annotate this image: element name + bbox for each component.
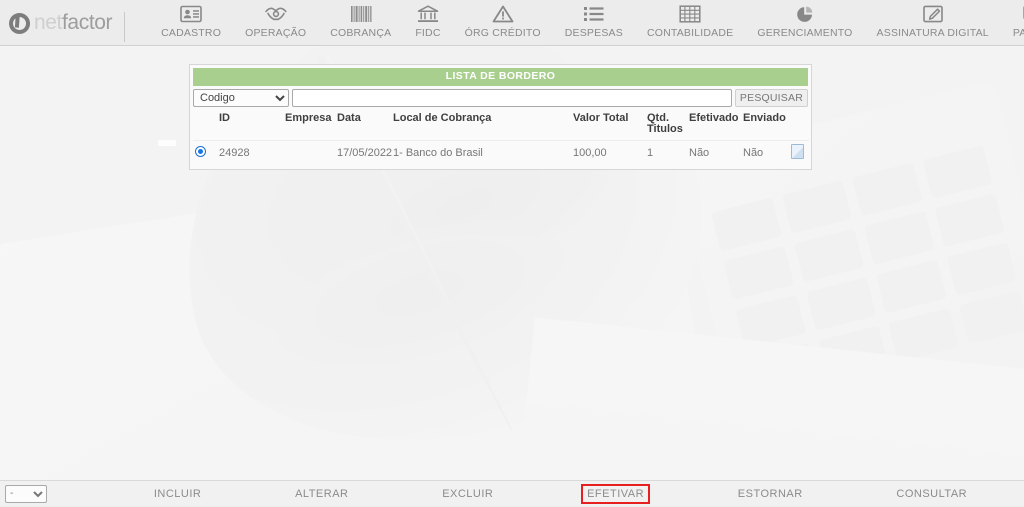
nav-label-fidc: FIDC — [415, 27, 441, 39]
nav-item-gerenciamento[interactable]: GERENCIAMENTO — [745, 0, 864, 46]
bottom-action-bar: - INCLUIR ALTERAR EXCLUIR EFETIVAR ESTOR… — [0, 480, 1024, 506]
row-select-cell — [193, 139, 217, 166]
netfactor-o-mark-icon — [6, 9, 33, 37]
background-calculator-keys — [711, 144, 1024, 398]
page-size-select[interactable]: - — [5, 484, 47, 503]
nav-items-container: CADASTRO OPERAÇÃO COBRANÇA FIDC ÓRG CRÉD… — [135, 0, 1024, 46]
search-input[interactable] — [292, 88, 732, 107]
col-header-data: Data — [337, 111, 361, 124]
bordero-table: ID Empresa Data Local de Cobrança Valor … — [193, 110, 809, 166]
nav-item-cadastro[interactable]: CADASTRO — [149, 0, 233, 46]
efetivar-button[interactable]: EFETIVAR — [581, 483, 651, 504]
nav-label-paineis: PAINEIS — [1012, 27, 1024, 39]
list-icon — [583, 3, 605, 25]
bank-icon — [417, 3, 439, 25]
bordero-list-panel: LISTA DE BORDERO Codigo PESQUISAR ID Emp… — [189, 64, 812, 170]
nav-item-assinatura-digital[interactable]: ASSINATURA DIGITAL — [865, 0, 1001, 46]
cell-local-cobranca: 1- Banco do Brasil — [391, 139, 571, 166]
nav-item-paineis[interactable]: PAINEIS — [1001, 0, 1024, 46]
cell-id: 24928 — [217, 139, 283, 166]
col-header-doc — [789, 110, 809, 141]
col-header-local-cobranca: Local de Cobrança — [393, 111, 492, 124]
excluir-button[interactable]: EXCLUIR — [438, 486, 497, 502]
cell-enviado: Não — [741, 139, 789, 166]
col-header-empresa: Empresa — [285, 111, 332, 124]
alterar-button[interactable]: ALTERAR — [291, 486, 352, 502]
cell-data: 17/05/2022 — [335, 139, 392, 166]
pie-chart-icon — [794, 3, 816, 25]
col-header-id: ID — [219, 111, 230, 124]
consultar-button[interactable]: CONSULTAR — [892, 486, 971, 502]
cell-efetivado: Não — [687, 139, 741, 166]
nav-label-gerenciamento: GERENCIAMENTO — [757, 27, 853, 39]
nav-label-contabilidade: CONTABILIDADE — [646, 27, 734, 39]
action-buttons-container: INCLUIR ALTERAR EXCLUIR EFETIVAR ESTORNA… — [47, 481, 1024, 507]
background-paper-sheet — [0, 139, 727, 480]
cell-document — [789, 139, 809, 166]
decorative-white-chip — [158, 140, 176, 146]
col-header-select — [193, 110, 217, 141]
calculator-grid-icon — [679, 3, 701, 25]
filter-field-select[interactable]: Codigo — [193, 88, 289, 107]
top-navigation-bar: netfactor CADASTRO OPERAÇÃO COBRANÇA FID… — [0, 0, 1024, 46]
brand-wordmark: netfactor — [34, 11, 113, 35]
col-header-valor-total: Valor Total — [573, 111, 629, 124]
nav-item-operacao[interactable]: OPERAÇÃO — [233, 0, 318, 46]
brand-name-factor: factor — [62, 11, 113, 34]
table-header: ID Empresa Data Local de Cobrança Valor … — [193, 110, 809, 141]
search-button[interactable]: PESQUISAR — [734, 88, 808, 107]
pencil-square-icon — [922, 3, 944, 25]
warning-triangle-icon — [492, 3, 514, 25]
table-body: 24928 17/05/2022 1- Banco do Brasil 100,… — [193, 139, 809, 166]
incluir-button[interactable]: INCLUIR — [150, 486, 206, 502]
brand-divider — [124, 12, 126, 42]
nav-label-cobranca: COBRANÇA — [330, 27, 392, 39]
table-header-row: ID Empresa Data Local de Cobrança Valor … — [193, 110, 809, 141]
cell-empresa — [283, 139, 335, 166]
nav-label-operacao: OPERAÇÃO — [245, 27, 307, 39]
col-header-efetivado: Efetivado — [689, 111, 739, 124]
col-header-qtd-line2: Titulos — [647, 123, 683, 136]
search-bar: Codigo PESQUISAR — [193, 86, 808, 110]
col-header-qtd-line1: Qtd. — [647, 111, 669, 124]
estornar-button[interactable]: ESTORNAR — [734, 486, 807, 502]
nav-item-contabilidade[interactable]: CONTABILIDADE — [635, 0, 745, 46]
cell-qtd-titulos: 1 — [645, 139, 687, 166]
nav-label-org-credito: ÓRG CRÉDITO — [464, 27, 541, 39]
panel-title: LISTA DE BORDERO — [193, 68, 808, 86]
document-icon[interactable] — [791, 143, 804, 159]
handshake-icon — [264, 3, 288, 25]
brand-name-net: net — [34, 11, 62, 34]
cell-valor-total: 100,00 — [571, 139, 645, 166]
id-card-icon — [180, 3, 202, 25]
col-header-qtd-titulos: Qtd. Titulos — [645, 110, 687, 141]
row-radio-selected[interactable] — [195, 145, 206, 157]
nav-item-fidc[interactable]: FIDC — [403, 0, 452, 46]
brand-logo[interactable]: netfactor — [0, 0, 135, 46]
background-paper-sheet-right — [507, 317, 1024, 480]
nav-item-cobranca[interactable]: COBRANÇA — [318, 0, 403, 46]
nav-item-org-credito[interactable]: ÓRG CRÉDITO — [453, 0, 553, 46]
barcode-icon — [350, 3, 372, 25]
background-finger-lower — [258, 192, 582, 395]
nav-item-despesas[interactable]: DESPESAS — [553, 0, 635, 46]
nav-label-despesas: DESPESAS — [564, 27, 623, 39]
table-row[interactable]: 24928 17/05/2022 1- Banco do Brasil 100,… — [193, 139, 809, 166]
nav-label-cadastro: CADASTRO — [161, 27, 222, 39]
nav-label-assinatura-digital: ASSINATURA DIGITAL — [876, 27, 989, 39]
col-header-enviado: Enviado — [743, 111, 786, 124]
